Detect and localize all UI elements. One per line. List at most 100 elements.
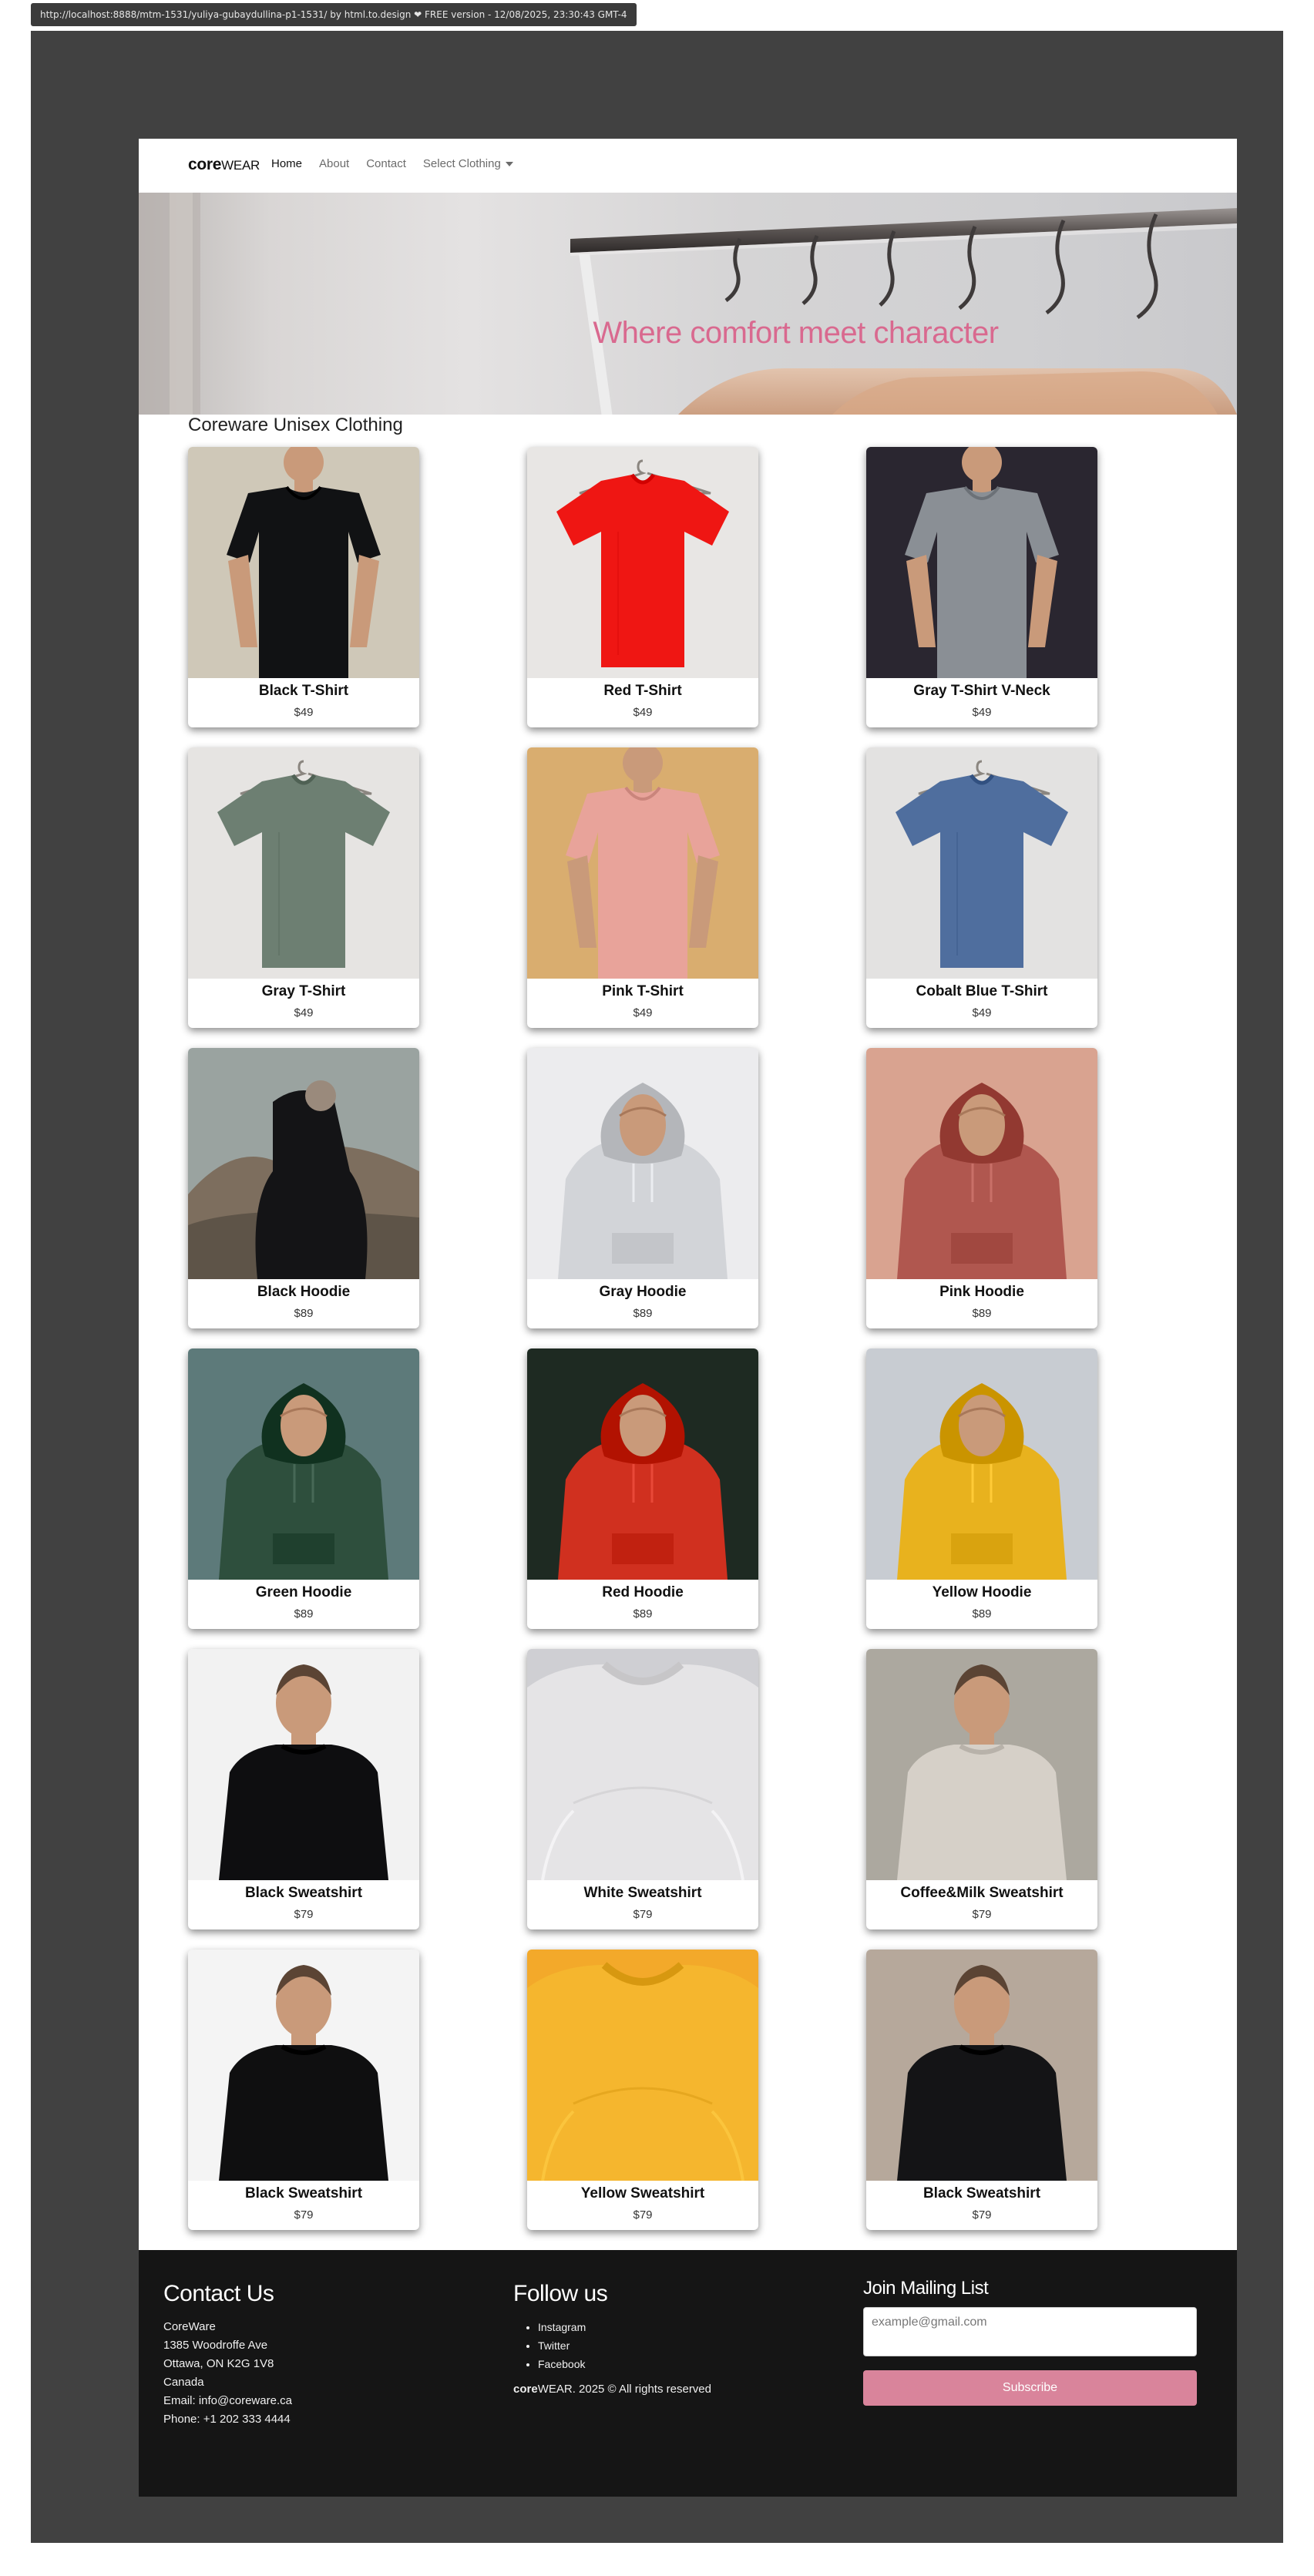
product-name: Gray T-Shirt V-Neck: [913, 683, 1050, 699]
nav-link-home[interactable]: Home: [271, 157, 302, 170]
web-page: coreWEAR Home About Contact Select Cloth…: [139, 139, 1237, 2497]
footer-email[interactable]: Email: info@coreware.ca: [163, 2392, 292, 2410]
product-card[interactable]: Black T-Shirt $49: [188, 447, 419, 727]
footer-contact-title: Contact Us: [163, 2281, 274, 2306]
brand-logo[interactable]: coreWEAR: [188, 156, 260, 174]
product-name: Black T-Shirt: [258, 683, 349, 699]
product-name: Red T-Shirt: [603, 683, 682, 699]
nav-dropdown-select-clothing[interactable]: Select Clothing: [423, 157, 513, 170]
product-card[interactable]: Yellow Hoodie $89: [866, 1348, 1097, 1629]
product-price: $49: [972, 706, 992, 719]
footer-contact: Contact Us CoreWare 1385 Woodroffe Ave O…: [163, 2281, 292, 2429]
product-image[interactable]: [527, 747, 758, 979]
product-price: $89: [294, 1307, 314, 1320]
product-image[interactable]: [527, 447, 758, 678]
product-card[interactable]: Black Sweatshirt $79: [188, 1950, 419, 2230]
nav-link-contact[interactable]: Contact: [366, 157, 406, 170]
devtools-status-bar: http://localhost:8888/mtm-1531/yuliya-gu…: [31, 3, 637, 26]
product-card[interactable]: Pink Hoodie $89: [866, 1048, 1097, 1328]
product-name: Coffee&Milk Sweatshirt: [900, 1885, 1064, 1901]
product-image[interactable]: [188, 747, 419, 979]
nav-links: Home About Contact Select Clothing: [271, 157, 530, 170]
product-card[interactable]: Gray Hoodie $89: [527, 1048, 758, 1328]
product-price: $89: [972, 1607, 992, 1620]
product-name: Gray T-Shirt: [261, 983, 346, 999]
product-name: Black Sweatshirt: [922, 2185, 1041, 2202]
product-image[interactable]: [866, 747, 1097, 979]
mailing-title: Join Mailing List: [863, 2278, 989, 2299]
email-input[interactable]: example@gmail.com: [863, 2307, 1197, 2356]
copyright-text: WEAR. 2025 © All rights reserved: [537, 2383, 711, 2396]
brand-bold: core: [188, 156, 222, 173]
product-card[interactable]: Red Hoodie $89: [527, 1348, 758, 1629]
product-card[interactable]: White Sweatshirt $79: [527, 1649, 758, 1929]
product-image[interactable]: [188, 1348, 419, 1580]
navbar: coreWEAR Home About Contact Select Cloth…: [139, 139, 1237, 193]
product-price: $79: [633, 1908, 653, 1921]
product-card[interactable]: Gray T-Shirt V-Neck $49: [866, 447, 1097, 727]
product-name: Cobalt Blue T-Shirt: [916, 983, 1048, 999]
product-price: $49: [633, 1006, 653, 1019]
product-price: $79: [294, 2208, 314, 2222]
product-image[interactable]: [527, 1348, 758, 1580]
product-image[interactable]: [866, 1950, 1097, 2181]
brand-rest: WEAR: [221, 158, 260, 173]
product-name: Pink T-Shirt: [602, 983, 684, 999]
product-image[interactable]: [866, 447, 1097, 678]
product-name: White Sweatshirt: [583, 1885, 702, 1901]
product-image[interactable]: [188, 1048, 419, 1279]
product-price: $79: [633, 2208, 653, 2222]
product-card[interactable]: Yellow Sweatshirt $79: [527, 1950, 758, 2230]
product-image[interactable]: [188, 1649, 419, 1880]
product-price: $49: [294, 1006, 314, 1019]
social-link-facebook[interactable]: Facebook: [538, 2355, 711, 2373]
product-card[interactable]: Green Hoodie $89: [188, 1348, 419, 1629]
product-image[interactable]: [188, 1950, 419, 2181]
product-image[interactable]: [866, 1649, 1097, 1880]
product-image[interactable]: [527, 1048, 758, 1279]
product-card[interactable]: Black Sweatshirt $79: [188, 1649, 419, 1929]
product-image[interactable]: [188, 447, 419, 678]
product-name: Yellow Hoodie: [932, 1584, 1032, 1600]
product-price: $89: [972, 1307, 992, 1320]
footer-follow: Follow us Instagram Twitter Facebook cor…: [513, 2281, 711, 2396]
product-card[interactable]: Pink T-Shirt $49: [527, 747, 758, 1028]
product-price: $79: [294, 1908, 314, 1921]
product-card[interactable]: Cobalt Blue T-Shirt $49: [866, 747, 1097, 1028]
hero-banner: Where comfort meet character: [139, 193, 1237, 415]
subscribe-button[interactable]: Subscribe: [863, 2370, 1197, 2406]
social-links: Instagram Twitter Facebook: [513, 2318, 711, 2373]
nav-link-about[interactable]: About: [319, 157, 349, 170]
product-name: Yellow Sweatshirt: [580, 2185, 705, 2202]
social-link-instagram[interactable]: Instagram: [538, 2318, 711, 2336]
dropdown-label: Select Clothing: [422, 157, 501, 170]
product-name: Black Hoodie: [257, 1284, 351, 1300]
product-name: Green Hoodie: [255, 1584, 352, 1600]
product-card[interactable]: Black Sweatshirt $79: [866, 1950, 1097, 2230]
product-price: $89: [294, 1607, 314, 1620]
product-name: Red Hoodie: [602, 1584, 684, 1600]
caret-down-icon: [505, 162, 513, 167]
product-card[interactable]: Coffee&Milk Sweatshirt $79: [866, 1649, 1097, 1929]
product-image[interactable]: [527, 1950, 758, 2181]
social-link-twitter[interactable]: Twitter: [538, 2336, 711, 2355]
product-image[interactable]: [527, 1649, 758, 1880]
product-card[interactable]: Black Hoodie $89: [188, 1048, 419, 1328]
footer-contact-line: CoreWare: [163, 2320, 216, 2333]
product-name: Gray Hoodie: [599, 1284, 687, 1300]
footer-contact-line: 1385 Woodroffe Ave: [163, 2339, 268, 2352]
product-name: Black Sweatshirt: [244, 1885, 363, 1901]
footer-phone[interactable]: Phone: +1 202 333 4444: [163, 2410, 292, 2429]
section-title: Coreware Unisex Clothing: [188, 415, 403, 435]
copyright-brand: core: [513, 2383, 538, 2396]
product-price: $79: [972, 2208, 992, 2222]
product-card[interactable]: Gray T-Shirt $49: [188, 747, 419, 1028]
product-image[interactable]: [866, 1048, 1097, 1279]
product-card[interactable]: Red T-Shirt $49: [527, 447, 758, 727]
product-price: $49: [633, 706, 653, 719]
footer: Contact Us CoreWare 1385 Woodroffe Ave O…: [139, 2250, 1237, 2497]
footer-follow-title: Follow us: [513, 2281, 608, 2306]
product-price: $49: [972, 1006, 992, 1019]
product-image[interactable]: [866, 1348, 1097, 1580]
product-price: $49: [294, 706, 314, 719]
